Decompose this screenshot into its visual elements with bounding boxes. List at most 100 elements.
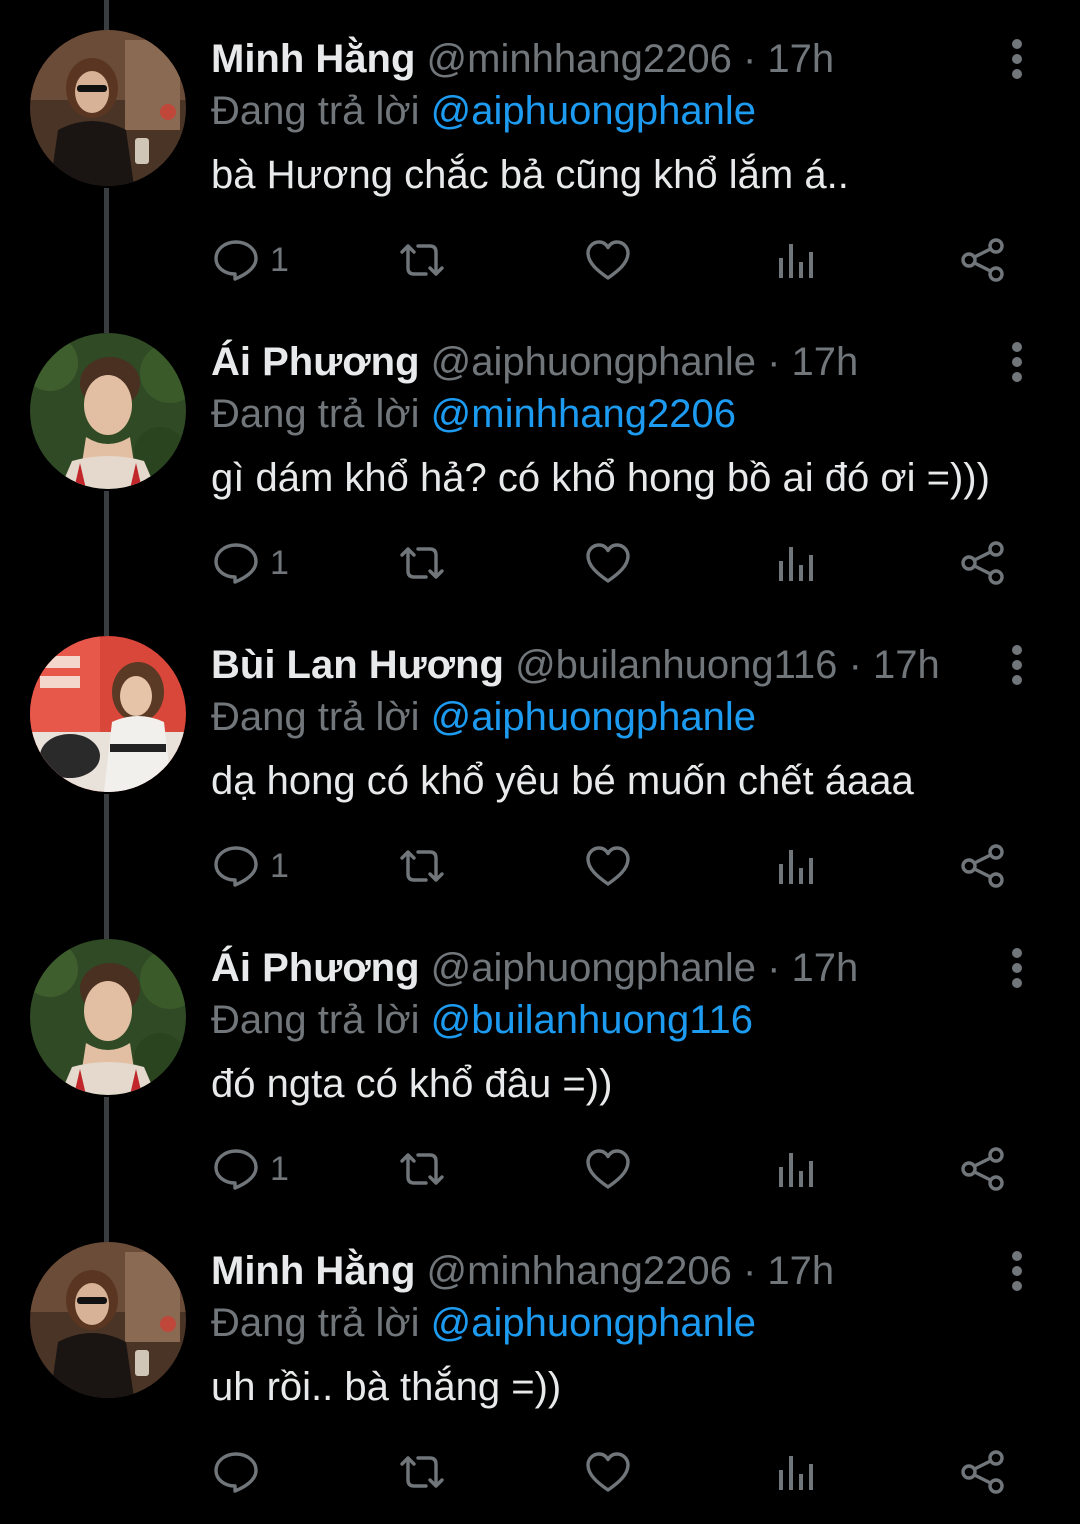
retweet-button[interactable] (396, 236, 448, 284)
timestamp[interactable]: 17h (873, 643, 940, 687)
heart-icon (584, 1147, 632, 1191)
reply-button[interactable]: 1 (212, 842, 289, 890)
reply-mention-link[interactable]: @aiphuongphanle (431, 1301, 756, 1345)
handle[interactable]: @builanhuong116 (515, 643, 837, 687)
retweet-button[interactable] (396, 1145, 448, 1193)
heart-icon (584, 238, 632, 282)
replying-to: Đang trả lời @minhhang2206 (211, 391, 736, 437)
avatar[interactable] (30, 333, 186, 489)
display-name[interactable]: Minh Hằng (211, 1249, 415, 1293)
views-button[interactable] (775, 1145, 817, 1193)
display-name[interactable]: Ái Phương (211, 946, 420, 990)
views-button[interactable] (775, 236, 817, 284)
retweet-icon (396, 541, 448, 585)
retweet-icon (396, 1450, 448, 1494)
share-button[interactable] (960, 539, 1006, 587)
replying-to-label: Đang trả lời (211, 392, 420, 436)
more-vertical-icon[interactable] (1002, 947, 1032, 989)
avatar[interactable] (30, 1242, 186, 1398)
views-button[interactable] (775, 539, 817, 587)
reply-button[interactable]: 1 (212, 1145, 289, 1193)
handle[interactable]: @aiphuongphanle (431, 946, 756, 990)
tweet-actions: 1 (0, 1145, 1080, 1193)
views-button[interactable] (775, 842, 817, 890)
tweet-text: dạ hong có khổ yêu bé muốn chết áaaa (211, 759, 914, 803)
tweet[interactable]: Minh Hằng @minhhang2206 · 17h Đang trả l… (0, 0, 1080, 303)
like-button[interactable] (584, 236, 632, 284)
separator-dot: · (742, 37, 757, 81)
timestamp[interactable]: 17h (767, 1249, 834, 1293)
tweet[interactable]: Ái Phương @aiphuongphanle · 17h Đang trả… (0, 909, 1080, 1212)
like-button[interactable] (584, 842, 632, 890)
more-vertical-icon[interactable] (1002, 38, 1032, 80)
replying-to-label: Đang trả lời (211, 1301, 420, 1345)
avatar[interactable] (30, 30, 186, 186)
display-name[interactable]: Minh Hằng (211, 37, 415, 81)
share-button[interactable] (960, 1448, 1006, 1496)
more-vertical-icon[interactable] (1002, 341, 1032, 383)
share-button[interactable] (960, 236, 1006, 284)
display-name[interactable]: Ái Phương (211, 340, 420, 384)
reply-button[interactable] (212, 1448, 270, 1496)
reply-icon (212, 844, 260, 888)
tweet-actions: 1 (0, 539, 1080, 587)
handle[interactable]: @minhhang2206 (427, 1249, 732, 1293)
tweet[interactable]: Ái Phương @aiphuongphanle · 17h Đang trả… (0, 303, 1080, 606)
reply-mention-link[interactable]: @minhhang2206 (431, 392, 736, 436)
tweet-actions (0, 1448, 1080, 1496)
views-icon (775, 541, 817, 585)
share-button[interactable] (960, 842, 1006, 890)
tweet-actions: 1 (0, 842, 1080, 890)
timestamp[interactable]: 17h (767, 37, 834, 81)
timestamp[interactable]: 17h (792, 340, 859, 384)
more-vertical-icon[interactable] (1002, 644, 1032, 686)
views-icon (775, 1450, 817, 1494)
tweet[interactable]: Minh Hằng @minhhang2206 · 17h Đang trả l… (0, 1212, 1080, 1515)
reply-count: 1 (270, 847, 289, 885)
reply-button[interactable]: 1 (212, 539, 289, 587)
reply-count: 1 (270, 544, 289, 582)
avatar[interactable] (30, 636, 186, 792)
share-icon (960, 238, 1006, 282)
replying-to-label: Đang trả lời (211, 89, 420, 133)
tweet[interactable]: Bùi Lan Hương @builanhuong116 · 17h Đang… (0, 606, 1080, 909)
retweet-button[interactable] (396, 539, 448, 587)
share-icon (960, 844, 1006, 888)
display-name[interactable]: Bùi Lan Hương (211, 643, 504, 687)
tweet-text: uh rồi.. bà thắng =)) (211, 1365, 562, 1409)
heart-icon (584, 541, 632, 585)
reply-button[interactable]: 1 (212, 236, 289, 284)
views-button[interactable] (775, 1448, 817, 1496)
retweet-button[interactable] (396, 1448, 448, 1496)
reply-icon (212, 1450, 260, 1494)
retweet-button[interactable] (396, 842, 448, 890)
tweet-text: đó ngta có khổ đâu =)) (211, 1062, 613, 1106)
share-icon (960, 541, 1006, 585)
replying-to: Đang trả lời @aiphuongphanle (211, 1300, 756, 1346)
separator-dot: · (742, 1249, 757, 1293)
retweet-icon (396, 844, 448, 888)
reply-count: 1 (270, 241, 289, 279)
avatar[interactable] (30, 939, 186, 1095)
retweet-icon (396, 238, 448, 282)
reply-mention-link[interactable]: @aiphuongphanle (431, 695, 756, 739)
reply-mention-link[interactable]: @builanhuong116 (431, 998, 753, 1042)
like-button[interactable] (584, 539, 632, 587)
heart-icon (584, 1450, 632, 1494)
views-icon (775, 844, 817, 888)
share-icon (960, 1147, 1006, 1191)
like-button[interactable] (584, 1448, 632, 1496)
reply-count: 1 (270, 1150, 289, 1188)
reply-mention-link[interactable]: @aiphuongphanle (431, 89, 756, 133)
separator-dot: · (767, 340, 781, 384)
handle[interactable]: @minhhang2206 (427, 37, 732, 81)
handle[interactable]: @aiphuongphanle (431, 340, 756, 384)
share-button[interactable] (960, 1145, 1006, 1193)
reply-icon (212, 238, 260, 282)
heart-icon (584, 844, 632, 888)
like-button[interactable] (584, 1145, 632, 1193)
timestamp[interactable]: 17h (792, 946, 859, 990)
more-vertical-icon[interactable] (1002, 1250, 1032, 1292)
separator-dot: · (767, 946, 781, 990)
replying-to: Đang trả lời @aiphuongphanle (211, 88, 756, 134)
